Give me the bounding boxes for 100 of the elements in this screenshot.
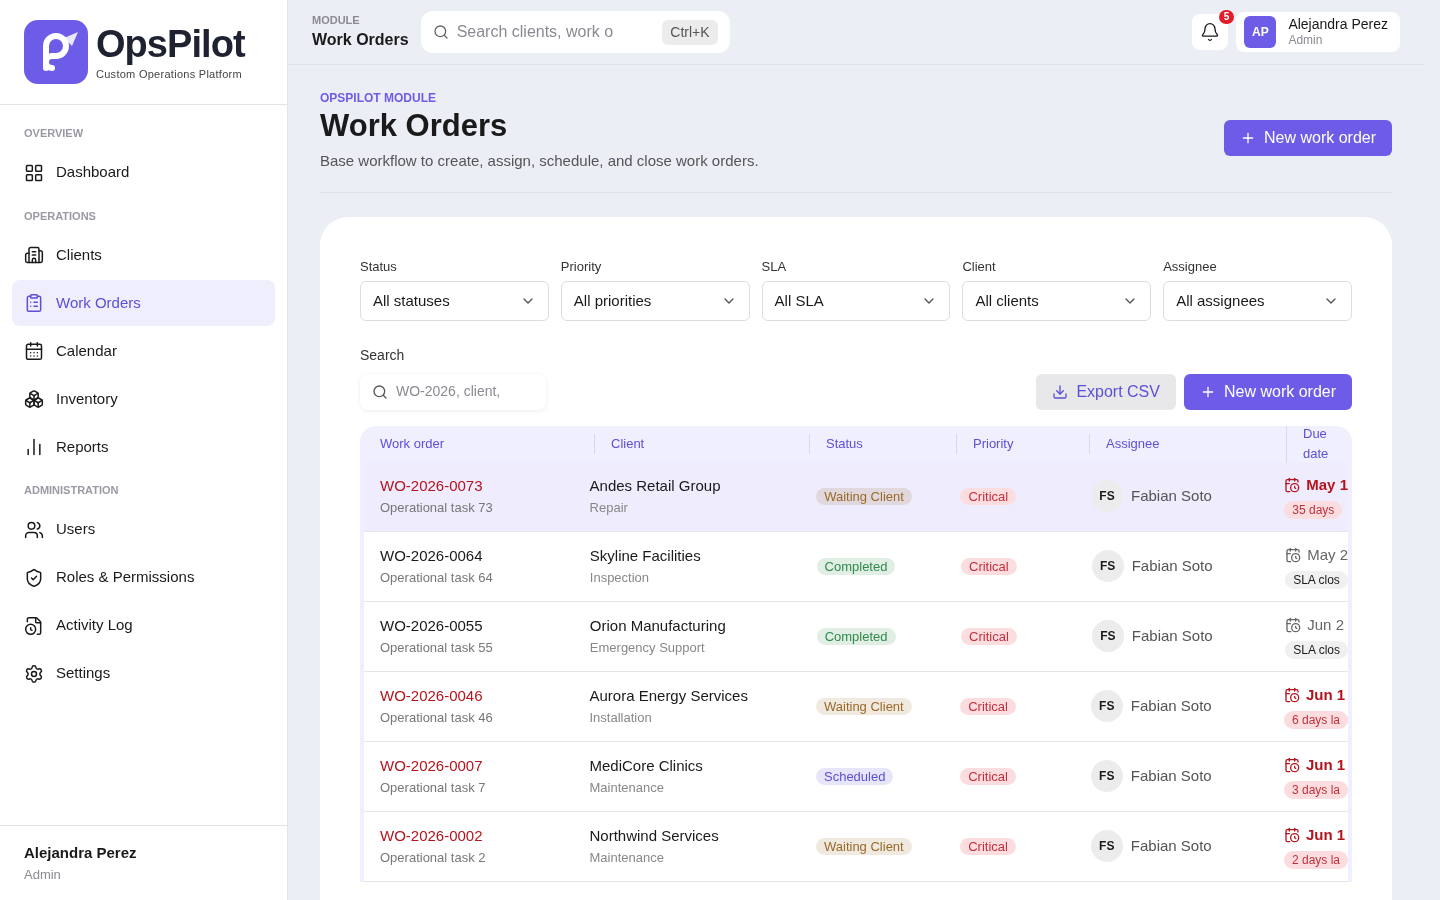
priority-badge: Critical (960, 698, 1016, 716)
file-clock-icon (24, 615, 44, 636)
task-name: Operational task 55 (380, 638, 494, 657)
new-work-order-button[interactable]: New work order (1223, 120, 1392, 157)
sidebar-item[interactable]: Users (12, 506, 275, 553)
status-badge: Waiting Client (816, 488, 912, 506)
assignee-avatar: FS (1091, 550, 1124, 583)
filter-select[interactable]: All statuses (360, 280, 549, 321)
calendar-clock-icon (1284, 477, 1301, 494)
service-type: Inspection (589, 568, 651, 587)
work-order-id: WO-2026-0073 (380, 476, 484, 497)
column-header: Due date (1303, 426, 1329, 461)
section-heading: ADMINISTRATION (23, 483, 120, 498)
sla-badge: 35 days (1284, 500, 1343, 519)
status-badge: Completed (816, 558, 896, 576)
status-badge: Waiting Client (816, 838, 912, 856)
sidebar-item[interactable]: Settings (12, 650, 275, 697)
client-name: Andes Retail Group (589, 476, 722, 497)
filter-label: Priority (560, 258, 603, 277)
assignee-name: Fabian Soto (1130, 766, 1212, 786)
filter-select[interactable]: All priorities (560, 280, 750, 321)
client-name: Aurora Energy Services (589, 686, 749, 707)
service-type: Emergency Support (589, 638, 706, 657)
due-date: May 1 (1306, 475, 1348, 495)
client-name: Northwind Services (589, 826, 720, 847)
priority-badge: Critical (960, 838, 1016, 856)
cubes-icon (24, 389, 44, 409)
column-header: Client (611, 436, 645, 451)
priority-badge: Critical (960, 768, 1016, 786)
table-row[interactable]: WO-2026-0073 Operational task 73 Andes Retail Group Repair Waiting Client Critical FS Fabian Soto May 1 35 days (364, 461, 1348, 532)
priority-badge: Critical (961, 558, 1017, 576)
task-name: Operational task 46 (380, 708, 494, 727)
export-csv-button[interactable]: Export CSV (1036, 373, 1176, 410)
filter-select[interactable]: All clients (962, 280, 1152, 321)
shortcut-hint: Ctrl+K (662, 19, 718, 45)
work-order-id: WO-2026-0046 (380, 686, 484, 707)
assignee-name: Fabian Soto (1131, 626, 1213, 646)
service-type: Maintenance (589, 778, 665, 797)
sla-badge: 6 days la (1284, 710, 1348, 729)
notifications-button[interactable] (1192, 14, 1229, 50)
client-name: Skyline Facilities (589, 546, 702, 567)
logo-icon (24, 20, 88, 84)
status-badge: Scheduled (816, 768, 894, 786)
column-header: Assignee (1106, 436, 1160, 451)
calendar-clock-icon (1285, 617, 1302, 634)
section-heading: OVERVIEW (23, 126, 85, 141)
search-icon (432, 24, 449, 40)
task-name: Operational task 2 (380, 848, 487, 867)
assignee-avatar: FS (1090, 690, 1123, 723)
column-header: Priority (973, 436, 1014, 451)
work-order-id: WO-2026-0055 (380, 616, 484, 637)
user-name: Alejandra Perez (1288, 15, 1388, 34)
due-date: Jun 2 (1307, 615, 1344, 635)
filter-select[interactable]: All assignees (1163, 280, 1352, 321)
user-name: Alejandra Perez (24, 843, 138, 863)
table-search-field[interactable]: WO-2026, client, (360, 373, 546, 410)
assignee-avatar: FS (1090, 760, 1123, 793)
filter-label: Status (360, 258, 398, 277)
task-name: Operational task 64 (380, 568, 494, 587)
clipboard-icon (24, 293, 44, 313)
due-date: Jun 1 (1306, 825, 1346, 845)
due-date: Jun 1 (1306, 685, 1346, 705)
calendar-clock-icon (1284, 687, 1300, 704)
status-badge: Completed (816, 628, 896, 646)
service-type: Maintenance (589, 848, 665, 867)
service-type: Installation (589, 708, 653, 727)
service-type: Repair (589, 498, 629, 517)
assignee-avatar: FS (1091, 620, 1124, 653)
new-work-order-button[interactable]: New work order (1183, 373, 1352, 410)
calendar-clock-icon (1284, 757, 1300, 774)
sidebar-item[interactable]: Calendar (12, 328, 275, 374)
building-icon (24, 245, 44, 265)
sidebar-item[interactable]: Dashboard (12, 149, 275, 196)
user-menu[interactable]: AP Alejandra Perez Admin (1236, 12, 1400, 52)
due-date: Jun 1 (1306, 755, 1346, 775)
search-field[interactable]: Search clients, work o Ctrl+K (420, 11, 730, 53)
filter-select[interactable]: All SLA (761, 280, 951, 321)
work-order-id: WO-2026-0064 (380, 546, 484, 567)
sla-badge: SLA clos (1285, 570, 1348, 589)
page-eyebrow: OPSPILOT MODULE (320, 90, 437, 107)
sidebar-item[interactable]: Activity Log (12, 602, 275, 649)
section-heading: OPERATIONS (23, 208, 97, 224)
download-icon (1052, 383, 1069, 400)
task-name: Operational task 73 (380, 498, 494, 517)
settings-icon (24, 663, 44, 684)
priority-badge: Critical (961, 628, 1017, 646)
module-name: Work Orders (312, 30, 409, 51)
sidebar-item[interactable]: Clients (12, 232, 275, 278)
assignee-name: Fabian Soto (1131, 556, 1213, 576)
sidebar-item[interactable]: Roles & Permissions (12, 554, 275, 601)
sidebar-item[interactable]: Work Orders (12, 280, 275, 326)
filter-label: SLA (761, 258, 788, 277)
sidebar-item[interactable]: Reports (12, 424, 275, 470)
work-order-id: WO-2026-0002 (380, 826, 484, 847)
client-name: MediCore Clinics (589, 756, 704, 777)
due-date: May 2 (1307, 545, 1348, 565)
sidebar-item[interactable]: Inventory (12, 376, 275, 422)
calendar-clock-icon (1284, 827, 1300, 844)
assignee-name: Fabian Soto (1130, 836, 1212, 856)
module-label: MODULE (312, 12, 361, 28)
